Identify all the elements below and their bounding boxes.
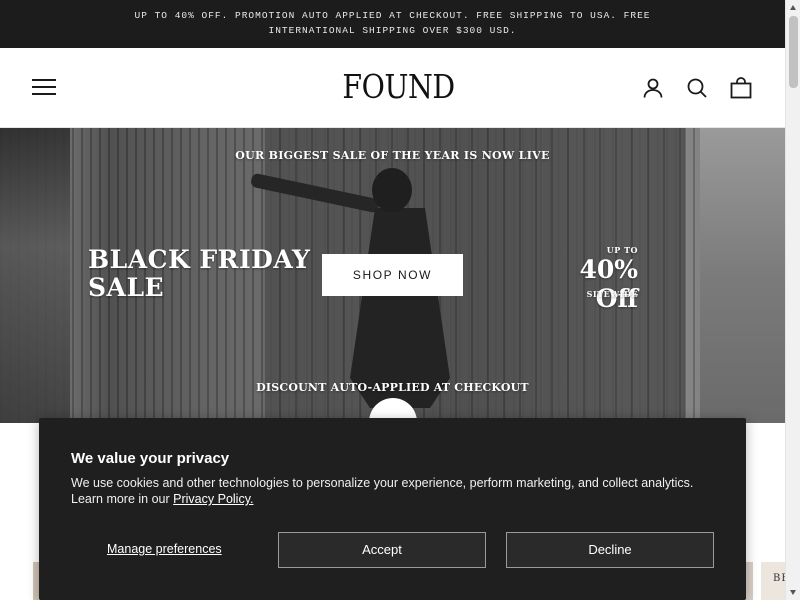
search-icon[interactable] xyxy=(685,76,709,100)
account-icon[interactable] xyxy=(641,76,665,100)
hero-sitewide: SITEWIDE xyxy=(586,289,638,299)
page-scrollbar[interactable] xyxy=(785,0,800,600)
site-logo[interactable]: FOUND xyxy=(342,67,455,106)
cookie-consent-banner: We value your privacy We use cookies and… xyxy=(39,418,746,600)
privacy-policy-link[interactable]: Privacy Policy. xyxy=(173,492,253,506)
hero-wall-left xyxy=(0,128,70,423)
site-header: FOUND xyxy=(0,48,785,128)
product-card-peek-right: BE xyxy=(761,562,785,600)
scroll-up-arrow-icon[interactable] xyxy=(790,5,796,10)
hero-top-text: OUR BIGGEST SALE OF THE YEAR IS NOW LIVE xyxy=(235,149,550,162)
hero-discount: 40% Off xyxy=(579,255,638,313)
hero-headline-line-2: SALE xyxy=(88,273,165,302)
hero-wall-right xyxy=(700,128,785,423)
cookie-body-text: We use cookies and other technologies to… xyxy=(71,476,694,506)
cookie-title: We value your privacy xyxy=(71,450,230,467)
scrollbar-thumb[interactable] xyxy=(789,16,798,88)
shop-now-button[interactable]: SHOP NOW xyxy=(322,254,463,296)
cart-icon[interactable] xyxy=(729,76,753,100)
scroll-down-arrow-icon[interactable] xyxy=(790,590,796,595)
hero-headline: BLACK FRIDAY SALE xyxy=(88,246,310,302)
hero-banner[interactable]: OUR BIGGEST SALE OF THE YEAR IS NOW LIVE… xyxy=(0,128,785,423)
announcement-line-1: UP TO 40% OFF. PROMOTION AUTO APPLIED AT… xyxy=(134,10,651,21)
announcement-bar: UP TO 40% OFF. PROMOTION AUTO APPLIED AT… xyxy=(0,0,785,48)
hero-headline-line-1: BLACK FRIDAY xyxy=(88,245,311,274)
decline-button[interactable]: Decline xyxy=(506,532,714,568)
accept-button[interactable]: Accept xyxy=(278,532,486,568)
manage-preferences-link[interactable]: Manage preferences xyxy=(107,542,222,556)
announcement-line-2: INTERNATIONAL SHIPPING OVER $300 USD. xyxy=(268,25,517,36)
product-card-label: BE xyxy=(773,573,785,584)
menu-icon[interactable] xyxy=(32,79,56,97)
hero-up-to: UP TO xyxy=(606,245,638,255)
hero-bottom-text: DISCOUNT AUTO-APPLIED AT CHECKOUT xyxy=(256,381,529,394)
cookie-body: We use cookies and other technologies to… xyxy=(71,475,711,507)
